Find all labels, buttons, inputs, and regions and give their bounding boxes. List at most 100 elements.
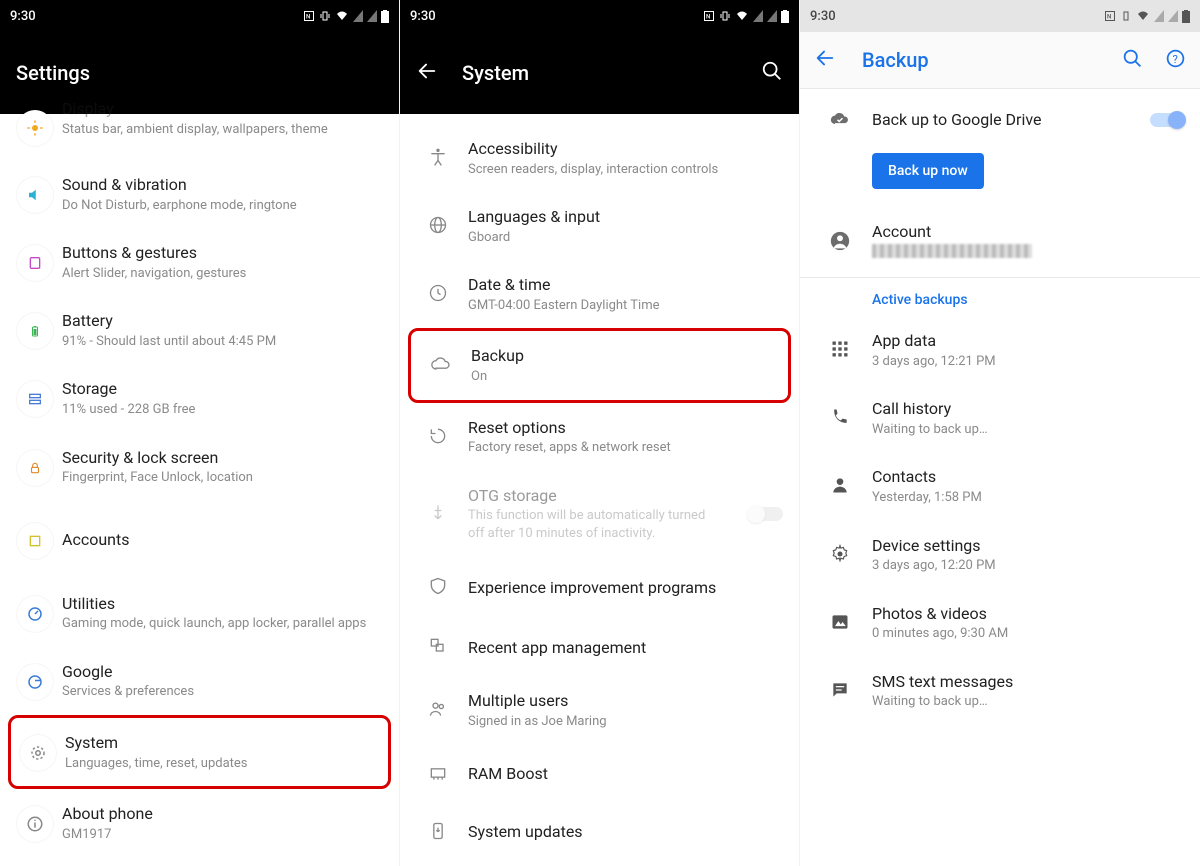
- item-title: Accessibility: [468, 138, 783, 160]
- settings-item-security[interactable]: Security & lock screenFingerprint, Face …: [0, 433, 399, 501]
- item-subtitle: Languages, time, reset, updates: [65, 755, 380, 773]
- back-button[interactable]: [814, 47, 836, 73]
- item-subtitle: 11% used - 228 GB free: [62, 401, 383, 419]
- search-button[interactable]: [761, 60, 783, 86]
- system-item-languages[interactable]: Languages & inputGboard: [400, 192, 799, 260]
- item-subtitle: Gboard: [468, 229, 783, 247]
- lock-icon: [28, 460, 42, 476]
- person-icon: [830, 475, 850, 499]
- backup-item-device[interactable]: Device settings3 days ago, 12:20 PM: [800, 521, 1200, 589]
- item-subtitle: GMT-04:00 Eastern Daylight Time: [468, 297, 783, 315]
- header: System: [400, 32, 799, 114]
- system-item-otg[interactable]: OTG storageThis function will be automat…: [400, 471, 799, 557]
- page-title: Settings: [16, 61, 90, 85]
- wifi-icon: [335, 10, 349, 22]
- system-item-updates[interactable]: System updates: [400, 803, 799, 861]
- status-icons: N: [1104, 10, 1190, 23]
- apps-icon: [830, 339, 850, 363]
- image-icon: [830, 612, 850, 636]
- item-title: Battery: [62, 310, 383, 332]
- vibrate-icon: [719, 10, 731, 22]
- signal-icon: [1154, 10, 1164, 22]
- settings-item-google[interactable]: GoogleServices & preferences: [0, 647, 399, 715]
- cloud-icon: [430, 354, 452, 378]
- settings-item-accounts[interactable]: Accounts: [0, 501, 399, 579]
- item-title: Sound & vibration: [62, 174, 383, 196]
- back-button[interactable]: [416, 60, 438, 86]
- svg-text:N: N: [706, 14, 710, 21]
- backup-item-appdata[interactable]: App data3 days ago, 12:21 PM: [800, 316, 1200, 384]
- signal2-icon: [767, 10, 777, 22]
- status-bar: 9:30 N: [400, 0, 799, 32]
- accessibility-icon: [428, 147, 448, 171]
- item-title: Backup: [471, 345, 780, 367]
- settings-item-battery[interactable]: Battery91% - Should last until about 4:4…: [0, 296, 399, 364]
- backup-item-contacts[interactable]: ContactsYesterday, 1:58 PM: [800, 452, 1200, 520]
- item-title: About phone: [62, 803, 383, 825]
- globe-icon: [428, 215, 448, 239]
- status-time: 9:30: [10, 9, 36, 24]
- account-icon: [829, 230, 851, 256]
- item-title: Accounts: [62, 529, 383, 551]
- settings-item-buttons[interactable]: Buttons & gesturesAlert Slider, navigati…: [0, 228, 399, 296]
- system-item-multiusers[interactable]: Multiple usersSigned in as Joe Maring: [400, 676, 799, 744]
- system-item-ramboost[interactable]: RAM Boost: [400, 745, 799, 803]
- item-title: Date & time: [468, 274, 783, 296]
- screen-settings: 9:30 N Settings DisplayStatus bar, ambie…: [0, 0, 400, 866]
- highlight-backup: BackupOn: [408, 328, 791, 402]
- settings-item-utilities[interactable]: UtilitiesGaming mode, quick launch, app …: [0, 579, 399, 647]
- settings-item-about[interactable]: About phoneGM1917: [0, 789, 399, 857]
- system-item-datetime[interactable]: Date & timeGMT-04:00 Eastern Daylight Ti…: [400, 260, 799, 328]
- item-title: Reset options: [468, 417, 783, 439]
- signal-icon: [753, 10, 763, 22]
- item-title: Device settings: [872, 535, 1184, 557]
- backup-item-callhistory[interactable]: Call historyWaiting to back up…: [800, 384, 1200, 452]
- system-item-accessibility[interactable]: AccessibilityScreen readers, display, in…: [400, 124, 799, 192]
- usb-icon: [428, 503, 448, 527]
- gear-icon: [830, 544, 850, 568]
- settings-item-storage[interactable]: Storage11% used - 228 GB free: [0, 364, 399, 432]
- search-button[interactable]: [1122, 48, 1143, 73]
- item-title: System: [65, 732, 380, 754]
- recent-apps-icon: [428, 636, 448, 660]
- reset-icon: [428, 426, 448, 450]
- help-button[interactable]: ?: [1165, 48, 1186, 73]
- settings-item-sound[interactable]: Sound & vibrationDo Not Disturb, earphon…: [0, 160, 399, 228]
- backup-now-button[interactable]: Back up now: [872, 153, 984, 189]
- backup-item-sms[interactable]: SMS text messagesWaiting to back up…: [800, 657, 1200, 725]
- status-icons: N: [303, 10, 389, 23]
- gestures-icon: [27, 255, 43, 271]
- system-item-reset[interactable]: Reset optionsFactory reset, apps & netwo…: [400, 403, 799, 471]
- svg-text:N: N: [306, 14, 310, 21]
- gdrive-toggle[interactable]: [1150, 113, 1184, 127]
- item-subtitle: Do Not Disturb, earphone mode, ringtone: [62, 197, 383, 215]
- item-title: Back up to Google Drive: [872, 109, 1150, 131]
- otg-toggle[interactable]: [749, 507, 783, 521]
- battery-icon: [381, 10, 389, 23]
- item-subtitle: 3 days ago, 12:20 PM: [872, 557, 1184, 575]
- gear-icon: [29, 744, 47, 762]
- nfc-icon: N: [703, 10, 715, 22]
- settings-item-display[interactable]: DisplayStatus bar, ambient display, wall…: [0, 104, 399, 160]
- status-time: 9:30: [810, 9, 836, 24]
- backup-gdrive-row[interactable]: Back up to Google Drive: [800, 89, 1200, 147]
- settings-item-system[interactable]: SystemLanguages, time, reset, updates: [11, 718, 388, 786]
- item-subtitle: Signed in as Joe Maring: [468, 713, 783, 731]
- header: Backup ?: [800, 32, 1200, 89]
- svg-text:?: ?: [1172, 51, 1177, 65]
- svg-text:N: N: [1107, 14, 1111, 21]
- item-subtitle: Fingerprint, Face Unlock, location: [62, 469, 383, 487]
- item-subtitle: 3 days ago, 12:21 PM: [872, 353, 1184, 371]
- cloud-done-icon: [828, 109, 852, 133]
- battery-icon: [29, 322, 41, 340]
- battery-icon: [1182, 10, 1190, 23]
- item-title: Storage: [62, 378, 383, 400]
- item-title: Account: [872, 221, 1184, 243]
- system-item-recent-apps[interactable]: Recent app management: [400, 618, 799, 676]
- item-title: Contacts: [872, 466, 1184, 488]
- backup-account-row[interactable]: Account: [800, 207, 1200, 277]
- item-title: OTG storage: [468, 485, 749, 507]
- backup-item-photos[interactable]: Photos & videos0 minutes ago, 9:30 AM: [800, 589, 1200, 657]
- system-item-backup[interactable]: BackupOn: [411, 331, 788, 399]
- system-item-experience[interactable]: Experience improvement programs: [400, 556, 799, 618]
